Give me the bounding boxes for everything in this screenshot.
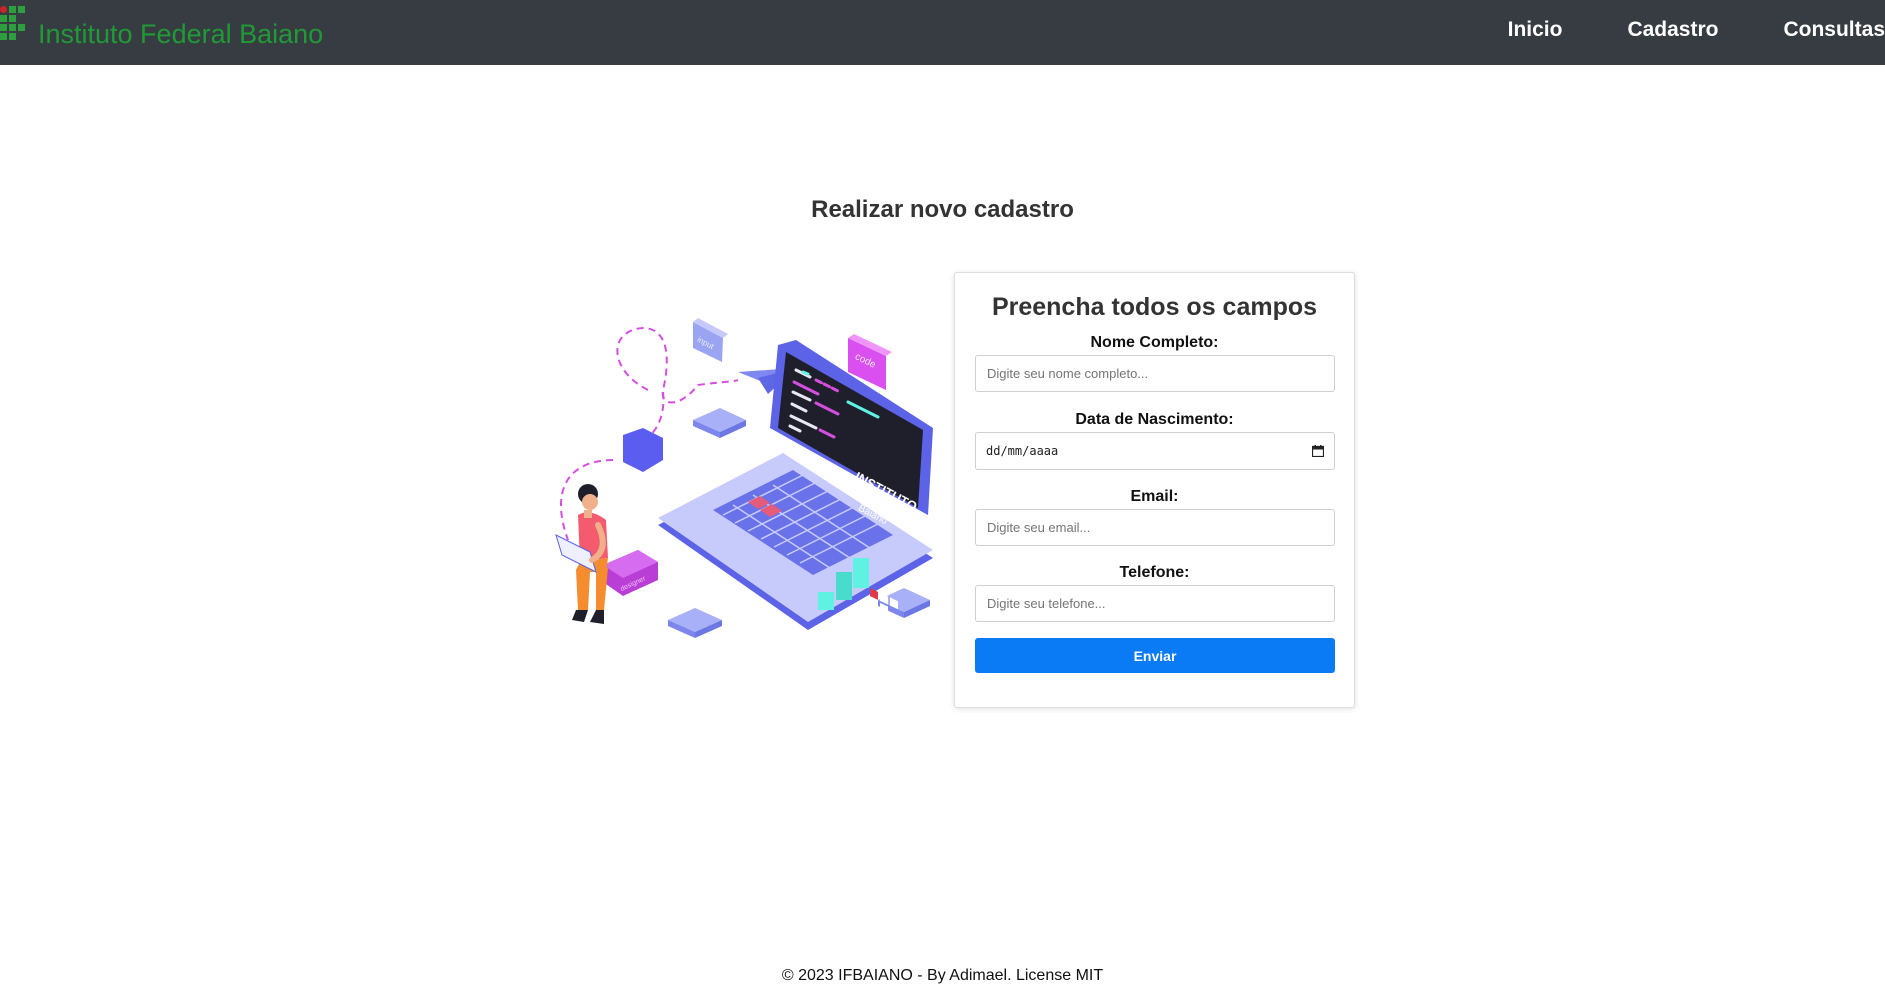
phone-label: Telefone: <box>1119 564 1190 581</box>
name-label: Nome Completo: <box>1090 334 1219 351</box>
registration-form: Preencha todos os campos Nome Completo: … <box>954 272 1355 708</box>
nav-link-cadastro[interactable]: Cadastro <box>1627 18 1718 42</box>
brand-name: Instituto Federal Baiano <box>38 19 324 49</box>
navbar: Instituto Federal Baiano Inicio Cadastro… <box>0 0 1885 65</box>
form-title: Preencha todos os campos <box>991 293 1318 321</box>
name-input[interactable] <box>975 355 1335 392</box>
laptop-illustration: INSTITUTO FEDERAL Baiano <box>658 340 933 630</box>
calendar-icon[interactable] <box>1312 445 1324 457</box>
footer: © 2023 IFBAIANO - By Adimael. License MI… <box>781 967 1104 984</box>
email-input[interactable] <box>975 509 1335 546</box>
nav-links: Inicio Cadastro Consultas <box>1443 18 1885 42</box>
brand[interactable]: Instituto Federal Baiano <box>0 6 323 50</box>
birth-date-placeholder: dd/mm/aaaa <box>986 444 1059 458</box>
phone-input[interactable] <box>975 585 1335 622</box>
input-tag-icon: input <box>693 318 728 362</box>
birth-date-label: Data de Nascimento: <box>1075 411 1234 428</box>
nav-link-consultas[interactable]: Consultas <box>1783 18 1885 42</box>
submit-button[interactable]: Enviar <box>975 638 1335 673</box>
page-title: Realizar novo cadastro <box>811 196 1074 223</box>
birth-date-input[interactable]: dd/mm/aaaa <box>975 432 1335 470</box>
ifbaiano-logo-icon <box>0 6 30 46</box>
nav-link-inicio[interactable]: Inicio <box>1508 18 1563 42</box>
person-illustration: designer <box>555 484 658 624</box>
email-label: Email: <box>1130 488 1179 505</box>
developer-illustration: input code INSTITUTO FEDERAL Baiano desi… <box>555 318 933 638</box>
